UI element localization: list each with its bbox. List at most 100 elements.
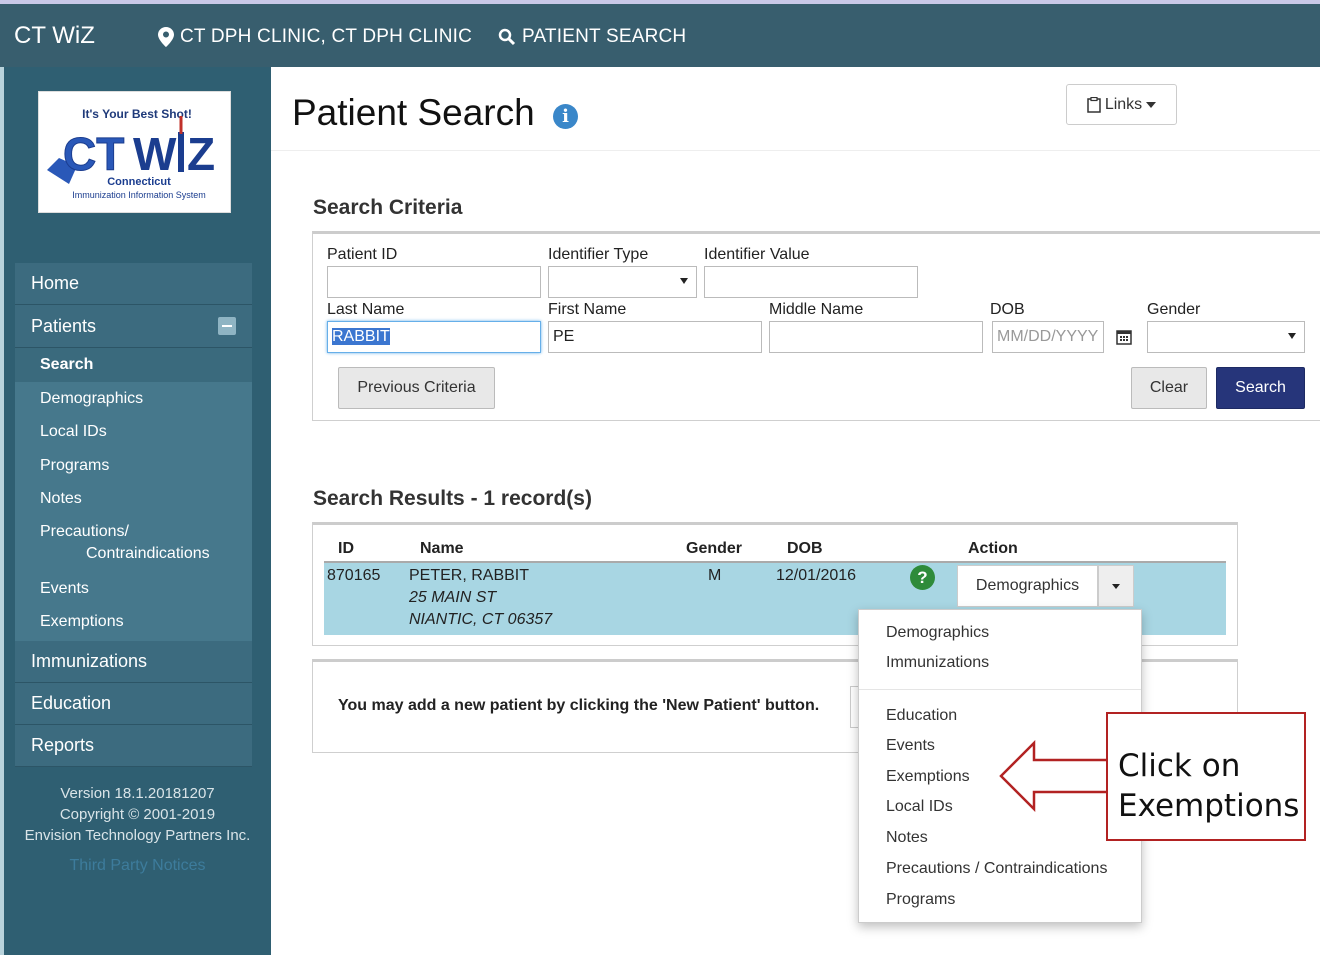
col-header-dob: DOB (787, 540, 823, 557)
svg-text:Immunization Information Syste: Immunization Information System (72, 190, 206, 200)
menu-item-immunizations[interactable]: Immunizations (886, 654, 989, 672)
sidebar-item-notes[interactable]: Notes (15, 482, 252, 516)
sidebar-item-programs[interactable]: Programs (15, 448, 252, 482)
third-party-notices-link[interactable]: Third Party Notices (4, 857, 271, 875)
sidebar-item-label: Contraindications (86, 544, 210, 562)
search-criteria-panel: Patient ID Identifier Type Identifier Va… (312, 231, 1320, 421)
col-header-id: ID (338, 540, 354, 557)
identifier-value-input[interactable] (704, 266, 918, 298)
chevron-down-icon (680, 278, 688, 284)
calendar-icon[interactable] (1116, 329, 1132, 345)
page-title: Patient Search (292, 92, 535, 133)
svg-text:CT: CT (63, 128, 124, 180)
callout-arrow-icon (999, 740, 1110, 812)
patient-name-cell[interactable]: PETER, RABBIT (409, 567, 529, 585)
action-dropdown-toggle[interactable] (1098, 565, 1134, 607)
ctwiz-logo: It's Your Best Shot! CT W Z Connecticut … (38, 91, 231, 213)
page-header: Patient Search i Links (271, 67, 1320, 151)
first-name-label: First Name (548, 301, 627, 318)
dob-input[interactable]: MM/DD/YYYY (992, 321, 1104, 353)
sidebar-item-patients[interactable]: Patients (15, 305, 252, 348)
annotation-callout: Click on Exemptions (1106, 712, 1306, 841)
sidebar-item-label: Home (31, 273, 80, 293)
sidebar-item-label: Patients (31, 315, 97, 336)
sidebar-item-exemptions[interactable]: Exemptions (15, 605, 252, 641)
address-line1: 25 MAIN ST (409, 589, 497, 606)
search-results-title: Search Results - 1 record(s) (313, 487, 592, 510)
clinic-link[interactable]: CT DPH CLINIC, CT DPH CLINIC (158, 26, 472, 48)
collapse-minus-icon[interactable] (218, 317, 236, 335)
first-name-input[interactable]: PE (548, 321, 762, 353)
version-text: Version 18.1.20181207 (60, 785, 215, 802)
address-line2: NIANTIC, CT 06357 (409, 611, 553, 628)
menu-item-exemptions[interactable]: Exemptions (886, 768, 970, 786)
clear-button[interactable]: Clear (1131, 367, 1207, 409)
question-icon[interactable]: ? (910, 565, 935, 590)
first-name-value: PE (553, 328, 575, 345)
sidebar: It's Your Best Shot! CT W Z Connecticut … (0, 67, 271, 955)
col-header-action: Action (968, 540, 1018, 557)
col-header-gender: Gender (686, 540, 743, 557)
gender-label: Gender (1147, 301, 1201, 318)
sidebar-item-search[interactable]: Search (15, 348, 252, 382)
info-icon[interactable]: i (553, 104, 578, 129)
sidebar-item-reports[interactable]: Reports (15, 725, 252, 767)
menu-item-notes[interactable]: Notes (886, 829, 928, 847)
links-dropdown-button[interactable]: Links (1066, 84, 1177, 125)
demographics-action-button[interactable]: Demographics (957, 565, 1098, 607)
patient-search-label: PATIENT SEARCH (522, 26, 687, 47)
chevron-down-icon (1288, 333, 1296, 339)
sidebar-item-precautions[interactable]: Precautions/ Contraindications (15, 515, 252, 572)
gender-select[interactable] (1147, 321, 1305, 353)
sidebar-item-home[interactable]: Home (15, 263, 252, 305)
previous-criteria-button[interactable]: Previous Criteria (338, 367, 495, 409)
svg-text:It's Your Best Shot!: It's Your Best Shot! (82, 107, 192, 121)
sidebar-item-label: Precautions/ (40, 522, 129, 540)
svg-text:W: W (133, 128, 177, 180)
brand-title[interactable]: CT WiZ (14, 22, 95, 50)
col-header-name: Name (420, 540, 464, 557)
sidebar-nav: Home Patients Search Demographics Local … (15, 263, 252, 767)
dob-cell: 12/01/2016 (776, 567, 857, 584)
menu-item-demographics[interactable]: Demographics (886, 624, 989, 642)
search-icon (498, 28, 516, 46)
dob-label: DOB (990, 301, 1025, 318)
map-marker-icon (158, 27, 174, 47)
sidebar-item-immunizations[interactable]: Immunizations (15, 641, 252, 683)
top-navbar: CT WiZ CT DPH CLINIC, CT DPH CLINIC PATI… (0, 0, 1320, 67)
identifier-type-label: Identifier Type (548, 246, 649, 263)
middle-name-label: Middle Name (769, 301, 864, 318)
caret-down-icon (1146, 101, 1157, 108)
svg-text:Connecticut: Connecticut (107, 176, 171, 188)
patient-id-label: Patient ID (327, 246, 398, 263)
menu-divider (859, 689, 1141, 690)
clinic-label: CT DPH CLINIC, CT DPH CLINIC (180, 26, 473, 47)
menu-item-programs[interactable]: Programs (886, 891, 955, 909)
sidebar-item-label: Immunizations (31, 651, 148, 671)
sidebar-item-demographics[interactable]: Demographics (15, 381, 252, 415)
identifier-type-select[interactable] (548, 266, 697, 298)
menu-item-education[interactable]: Education (886, 707, 957, 725)
search-criteria-title: Search Criteria (313, 196, 463, 219)
sidebar-item-education[interactable]: Education (15, 683, 252, 725)
clipboard-icon (1087, 96, 1101, 113)
copyright-text: Copyright © 2001-2019 (59, 806, 216, 823)
last-name-label: Last Name (327, 301, 405, 318)
patient-id-cell: 870165 (327, 567, 381, 584)
new-patient-message: You may add a new patient by clicking th… (338, 697, 820, 714)
dob-placeholder: MM/DD/YYYY (997, 328, 1099, 345)
sidebar-item-local-ids[interactable]: Local IDs (15, 415, 252, 449)
menu-item-local-ids[interactable]: Local IDs (886, 798, 953, 816)
callout-line2: Exemptions (1118, 788, 1300, 824)
callout-line1: Click on (1118, 748, 1241, 784)
svg-text:Z: Z (187, 128, 215, 180)
identifier-value-label: Identifier Value (704, 246, 810, 263)
last-name-input[interactable]: RABBIT (327, 321, 541, 353)
patient-search-link[interactable]: PATIENT SEARCH (498, 26, 686, 48)
menu-item-precautions[interactable]: Precautions / Contraindications (886, 860, 1107, 878)
sidebar-item-events[interactable]: Events (15, 571, 252, 605)
search-button[interactable]: Search (1216, 367, 1305, 409)
patient-id-input[interactable] (327, 266, 541, 298)
middle-name-input[interactable] (769, 321, 983, 353)
menu-item-events[interactable]: Events (886, 737, 935, 755)
